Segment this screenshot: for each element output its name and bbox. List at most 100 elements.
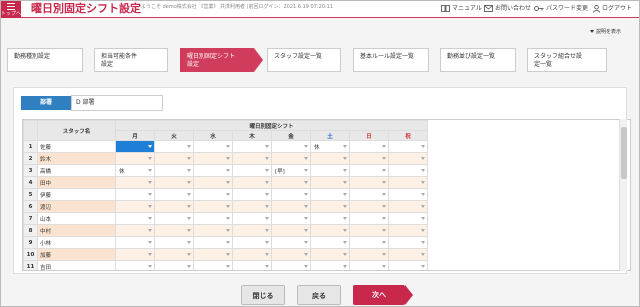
step-staff-settings[interactable]: スタッフ設定一覧 <box>267 48 341 72</box>
shift-select-cell[interactable] <box>388 248 428 261</box>
shift-select-cell[interactable] <box>154 236 194 249</box>
shift-select-cell[interactable] <box>115 212 155 225</box>
shift-select-cell[interactable] <box>349 164 389 177</box>
shift-select-cell[interactable] <box>232 164 272 177</box>
shift-select-cell[interactable] <box>154 260 194 270</box>
shift-select-cell[interactable] <box>154 200 194 213</box>
shift-select-cell[interactable] <box>310 176 350 189</box>
shift-select-cell[interactable]: 休 <box>310 140 350 153</box>
shift-select-cell[interactable] <box>271 260 311 270</box>
shift-select-cell[interactable] <box>388 176 428 189</box>
close-button[interactable]: 閉じる <box>241 285 285 305</box>
shift-select-cell[interactable] <box>154 176 194 189</box>
step-staff-combination[interactable]: スタッフ組合せ設 定一覧 <box>527 48 607 72</box>
shift-select-cell[interactable] <box>115 140 155 153</box>
shift-select-cell[interactable] <box>232 200 272 213</box>
shift-select-cell[interactable] <box>271 236 311 249</box>
step-availability[interactable]: 担当可能条件 設定 <box>94 48 168 72</box>
shift-select-cell[interactable] <box>310 164 350 177</box>
shift-select-cell[interactable] <box>310 152 350 165</box>
shift-select-cell[interactable] <box>232 140 272 153</box>
logout-link[interactable]: ログアウト <box>593 4 632 13</box>
shift-select-cell[interactable] <box>388 224 428 237</box>
step-basic-rules[interactable]: 基本ルール設定一覧 <box>353 48 429 72</box>
shift-select-cell[interactable] <box>310 260 350 270</box>
shift-select-cell[interactable] <box>349 176 389 189</box>
password-change-link[interactable]: パスワード変更 <box>534 4 588 13</box>
shift-select-cell[interactable] <box>193 152 233 165</box>
shift-select-cell[interactable] <box>193 236 233 249</box>
top-menu-button[interactable]: トップへ <box>1 1 21 18</box>
shift-select-cell[interactable] <box>232 248 272 261</box>
shift-select-cell[interactable] <box>349 188 389 201</box>
shift-select-cell[interactable] <box>310 236 350 249</box>
shift-select-cell[interactable] <box>271 140 311 153</box>
step-weekday-fixed-shift[interactable]: 曜日別固定シフト 設定 <box>180 48 254 72</box>
shift-select-cell[interactable] <box>349 152 389 165</box>
shift-select-cell[interactable] <box>232 212 272 225</box>
shift-select-cell[interactable] <box>271 224 311 237</box>
vertical-scrollbar[interactable] <box>619 119 627 271</box>
step-shift-order[interactable]: 勤務並び設定一覧 <box>440 48 516 72</box>
shift-select-cell[interactable] <box>349 224 389 237</box>
shift-select-cell[interactable] <box>232 260 272 270</box>
shift-select-cell[interactable] <box>115 260 155 270</box>
shift-select-cell[interactable] <box>115 188 155 201</box>
shift-select-cell[interactable] <box>388 164 428 177</box>
shift-select-cell[interactable] <box>271 188 311 201</box>
shift-select-cell[interactable]: 休 <box>115 164 155 177</box>
shift-select-cell[interactable] <box>154 164 194 177</box>
shift-select-cell[interactable] <box>232 152 272 165</box>
shift-select-cell[interactable] <box>310 212 350 225</box>
shift-select-cell[interactable]: [早] <box>271 164 311 177</box>
shift-select-cell[interactable] <box>193 260 233 270</box>
shift-select-cell[interactable] <box>349 140 389 153</box>
shift-select-cell[interactable] <box>154 140 194 153</box>
shift-select-cell[interactable] <box>154 224 194 237</box>
shift-select-cell[interactable] <box>388 236 428 249</box>
manual-link[interactable]: マニュアル <box>441 4 482 13</box>
department-field[interactable]: D 部署 <box>71 95 163 111</box>
shift-select-cell[interactable] <box>271 200 311 213</box>
shift-select-cell[interactable] <box>271 248 311 261</box>
shift-select-cell[interactable] <box>310 248 350 261</box>
contact-link[interactable]: お問い合わせ <box>484 4 531 13</box>
shift-select-cell[interactable] <box>232 188 272 201</box>
shift-select-cell[interactable] <box>193 188 233 201</box>
shift-select-cell[interactable] <box>271 212 311 225</box>
next-button[interactable]: 次へ <box>353 285 405 305</box>
step-shift-type[interactable]: 勤務種別設定 <box>7 48 83 72</box>
shift-select-cell[interactable] <box>388 140 428 153</box>
shift-select-cell[interactable] <box>115 200 155 213</box>
shift-select-cell[interactable] <box>388 212 428 225</box>
shift-select-cell[interactable] <box>349 260 389 270</box>
shift-select-cell[interactable] <box>154 188 194 201</box>
shift-select-cell[interactable] <box>232 176 272 189</box>
shift-select-cell[interactable] <box>310 200 350 213</box>
back-button[interactable]: 戻る <box>297 285 341 305</box>
shift-select-cell[interactable] <box>154 152 194 165</box>
shift-select-cell[interactable] <box>154 248 194 261</box>
shift-select-cell[interactable] <box>388 188 428 201</box>
shift-select-cell[interactable] <box>388 200 428 213</box>
shift-select-cell[interactable] <box>310 188 350 201</box>
shift-select-cell[interactable] <box>271 152 311 165</box>
shift-select-cell[interactable] <box>271 176 311 189</box>
shift-select-cell[interactable] <box>193 140 233 153</box>
shift-select-cell[interactable] <box>310 224 350 237</box>
shift-select-cell[interactable] <box>349 212 389 225</box>
description-toggle[interactable]: 説明を表示 <box>590 27 621 37</box>
shift-select-cell[interactable] <box>193 224 233 237</box>
shift-select-cell[interactable] <box>388 260 428 270</box>
shift-select-cell[interactable] <box>115 224 155 237</box>
shift-select-cell[interactable] <box>349 236 389 249</box>
shift-select-cell[interactable] <box>349 200 389 213</box>
shift-select-cell[interactable] <box>232 224 272 237</box>
shift-select-cell[interactable] <box>388 152 428 165</box>
shift-select-cell[interactable] <box>193 176 233 189</box>
scrollbar-thumb[interactable] <box>621 127 627 179</box>
shift-select-cell[interactable] <box>154 212 194 225</box>
shift-select-cell[interactable] <box>193 200 233 213</box>
shift-select-cell[interactable] <box>349 248 389 261</box>
shift-select-cell[interactable] <box>115 248 155 261</box>
